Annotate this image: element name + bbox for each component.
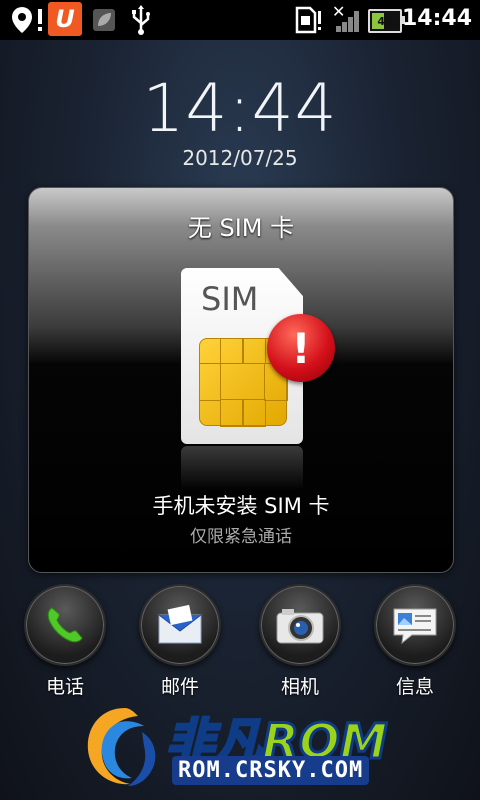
message-icon — [374, 584, 456, 666]
card-title: 无 SIM 卡 — [187, 214, 295, 242]
dock-label-camera: 相机 — [280, 676, 319, 698]
status-bar: U ✕ 49 14:44 — [0, 0, 480, 40]
dock-label-phone: 电话 — [45, 676, 84, 698]
sim-label: SIM — [201, 280, 259, 318]
no-sim-message: 手机未安装 SIM 卡 — [152, 494, 330, 518]
swirl-logo-icon — [87, 708, 156, 786]
warning-icon: ! — [267, 314, 335, 382]
dock-label-messages: 信息 — [395, 676, 434, 698]
watermark-logo: 非凡ROM ROM.CRSKY.COM — [80, 700, 410, 792]
mail-icon — [139, 584, 221, 666]
dock-item-messages[interactable]: 信息 — [365, 584, 465, 699]
emergency-only-message: 仅限紧急通话 — [190, 527, 292, 547]
no-signal-icon: ✕ — [332, 2, 360, 32]
leaf-icon — [92, 4, 116, 36]
no-sim-card-panel: 无 SIM 卡 SIM ! 手机未安装 SIM 卡 仅限紧急通话 — [28, 187, 454, 573]
status-time: 14:44 — [401, 6, 472, 31]
sim-reflection — [181, 446, 303, 490]
dock-item-phone[interactable]: 电话 — [15, 584, 115, 699]
watermark-url: ROM.CRSKY.COM — [172, 756, 370, 785]
camera-icon — [259, 584, 341, 666]
lockscreen-date: 2012/07/25 — [182, 146, 298, 170]
dock-label-mail: 邮件 — [160, 676, 199, 698]
location-alert-icon — [8, 4, 48, 36]
lockscreen-clock: 14:44 — [142, 70, 338, 147]
uc-browser-icon: U — [48, 2, 82, 36]
battery-level: 49 — [377, 14, 393, 28]
battery-icon: 49 — [368, 9, 405, 33]
phone-icon — [24, 584, 106, 666]
dock-item-camera[interactable]: 相机 — [250, 584, 350, 699]
usb-icon — [128, 4, 154, 36]
sim-missing-icon — [294, 4, 324, 36]
dock-item-mail[interactable]: 邮件 — [130, 584, 230, 699]
